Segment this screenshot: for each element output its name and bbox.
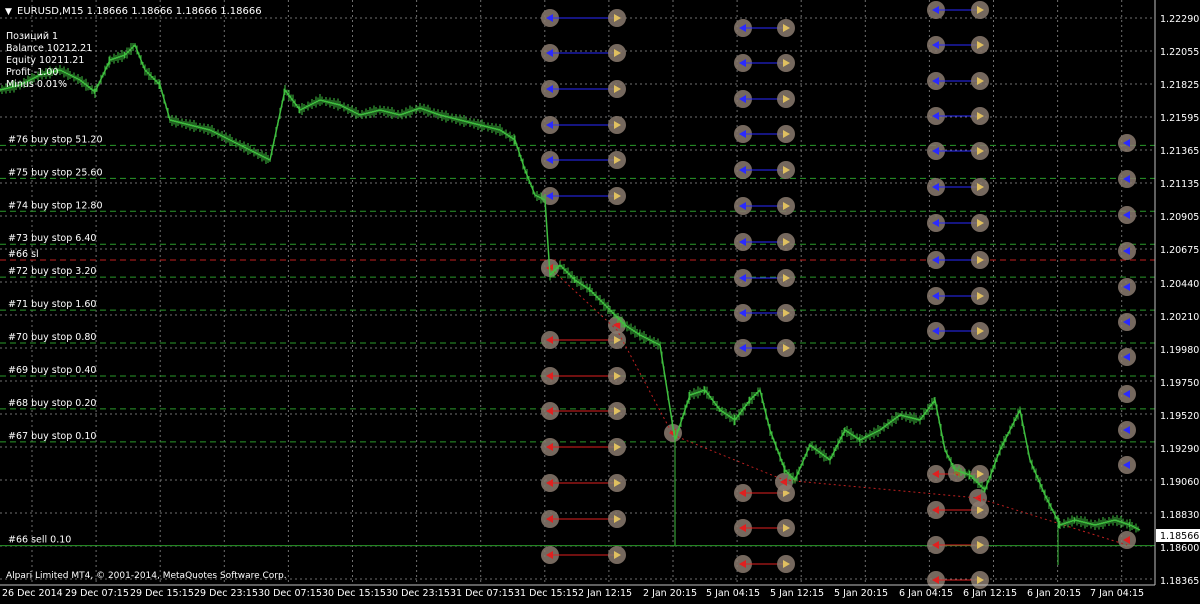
- time-tick: 26 Dec 2014: [2, 588, 63, 599]
- info-positions: Позиций 1: [6, 31, 58, 42]
- price-tick: 1.20675: [1160, 245, 1199, 256]
- price-tick: 1.20905: [1160, 212, 1199, 223]
- info-minus: Minus 0.01%: [6, 79, 67, 90]
- time-tick: 30 Dec 23:15: [386, 588, 450, 599]
- time-tick: 7 Jan 04:15: [1090, 588, 1144, 599]
- trading-chart-window[interactable]: ▼ EURUSD,M15 1.18666 1.18666 1.18666 1.1…: [0, 0, 1200, 600]
- price-tick: 1.18365: [1160, 576, 1199, 587]
- order-label: #68 buy stop 0.20: [8, 398, 96, 409]
- price-tick: 1.18830: [1160, 510, 1199, 521]
- price-tick: 1.18600: [1160, 543, 1199, 554]
- price-tick: 1.20440: [1160, 279, 1199, 290]
- order-label: #75 buy stop 25.60: [8, 167, 103, 178]
- order-label: #73 buy stop 6.40: [8, 233, 96, 244]
- copyright-footer: Alpari Limited MT4, © 2001-2014, MetaQuo…: [6, 571, 287, 581]
- price-tick: 1.20210: [1160, 312, 1199, 323]
- price-tick: 1.21595: [1160, 113, 1199, 124]
- order-label: #66 sl: [8, 249, 39, 260]
- time-tick: 2 Jan 20:15: [643, 588, 697, 599]
- order-label: #72 buy stop 3.20: [8, 266, 96, 277]
- time-tick: 29 Dec 15:15: [130, 588, 194, 599]
- price-chart[interactable]: ▼ EURUSD,M15 1.18666 1.18666 1.18666 1.1…: [0, 0, 1200, 600]
- time-tick: 29 Dec 07:15: [65, 588, 129, 599]
- order-label: #74 buy stop 12.80: [8, 200, 103, 211]
- order-label: #66 sell 0.10: [8, 535, 71, 546]
- price-tick: 1.19980: [1160, 345, 1199, 356]
- time-tick: 6 Jan 20:15: [1027, 588, 1081, 599]
- time-tick: 5 Jan 04:15: [706, 588, 760, 599]
- current-price-label: 1.18566: [1160, 531, 1199, 542]
- time-tick: 5 Jan 12:15: [770, 588, 824, 599]
- order-label: #67 buy stop 0.10: [8, 431, 96, 442]
- time-tick: 6 Jan 12:15: [963, 588, 1017, 599]
- time-tick: 2 Jan 12:15: [578, 588, 632, 599]
- time-tick: 30 Dec 15:15: [322, 588, 386, 599]
- price-tick: 1.21135: [1160, 179, 1199, 190]
- price-tick: 1.19290: [1160, 444, 1199, 455]
- order-label: #76 buy stop 51.20: [8, 134, 103, 145]
- order-label: #70 buy stop 0.80: [8, 332, 96, 343]
- price-tick: 1.22290: [1160, 14, 1199, 25]
- price-tick: 1.22055: [1160, 47, 1199, 58]
- time-tick: 5 Jan 20:15: [834, 588, 888, 599]
- price-tick: 1.19060: [1160, 477, 1199, 488]
- price-tick: 1.19520: [1160, 411, 1199, 422]
- price-tick: 1.19750: [1160, 378, 1199, 389]
- time-tick: 31 Dec 07:15: [450, 588, 514, 599]
- price-tick: 1.21825: [1160, 80, 1199, 91]
- collapse-triangle-icon[interactable]: ▼: [5, 7, 12, 17]
- time-axis-labels: 26 Dec 2014 29 Dec 07:15 29 Dec 15:15 29…: [2, 588, 1144, 599]
- time-tick: 30 Dec 07:15: [258, 588, 322, 599]
- order-label: #71 buy stop 1.60: [8, 299, 96, 310]
- time-tick: 6 Jan 04:15: [899, 588, 953, 599]
- price-tick: 1.21365: [1160, 146, 1199, 157]
- info-balance: Balance 10212.21: [6, 43, 92, 54]
- time-tick: 31 Dec 15:15: [514, 588, 578, 599]
- time-tick: 29 Dec 23:15: [194, 588, 258, 599]
- info-equity: Equity 10211.21: [6, 55, 84, 66]
- symbol-header: EURUSD,M15 1.18666 1.18666 1.18666 1.186…: [17, 6, 262, 17]
- order-label: #69 buy stop 0.40: [8, 365, 96, 376]
- info-profit: Profit -1.00: [6, 67, 58, 78]
